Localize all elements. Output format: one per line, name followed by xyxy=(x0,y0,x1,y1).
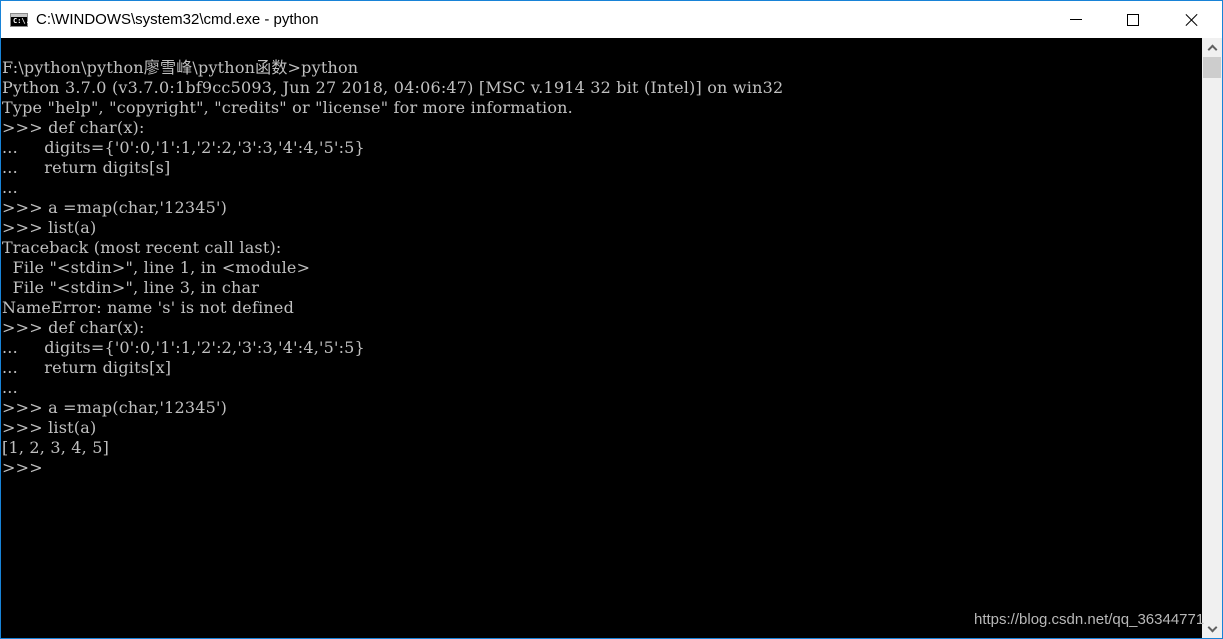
scroll-up-button[interactable] xyxy=(1202,38,1222,56)
close-button[interactable] xyxy=(1162,1,1222,38)
console-line: >>> list(a) xyxy=(2,418,97,437)
console-line: ... return digits[x] xyxy=(2,358,172,377)
console-line: F:\python\python廖雪峰\python函数>python xyxy=(2,58,359,77)
console-line: >>> a =map(char,'12345') xyxy=(2,198,228,217)
console-line: ... return digits[s] xyxy=(2,158,171,177)
vertical-scrollbar[interactable] xyxy=(1202,38,1222,638)
console-line: File "<stdin>", line 3, in char xyxy=(2,278,260,297)
cmd-window: C:\. C:\WINDOWS\system32\cmd.exe - pytho… xyxy=(0,0,1223,639)
chevron-up-icon xyxy=(1207,44,1217,54)
console-line: ... digits={'0':0,'1':1,'2':2,'3':3,'4':… xyxy=(2,138,365,157)
console-text: F:\python\python廖雪峰\python函数>python Pytho… xyxy=(1,38,1202,478)
console-line: Traceback (most recent call last): xyxy=(2,238,282,257)
console-line: ... digits={'0':0,'1':1,'2':2,'3':3,'4':… xyxy=(2,338,365,357)
close-icon xyxy=(1185,13,1199,27)
console-line: >>> list(a) xyxy=(2,218,97,237)
cmd-icon[interactable]: C:\. xyxy=(10,12,30,27)
minimize-button[interactable] xyxy=(1048,1,1104,38)
console-line: >>> def char(x): xyxy=(2,318,145,337)
scroll-thumb[interactable] xyxy=(1203,57,1221,78)
console-line: >>> def char(x): xyxy=(2,118,145,137)
title-bar[interactable]: C:\. C:\WINDOWS\system32\cmd.exe - pytho… xyxy=(1,1,1222,38)
console-line: Python 3.7.0 (v3.7.0:1bf9cc5093, Jun 27 … xyxy=(2,78,784,97)
maximize-icon xyxy=(1127,13,1139,26)
console-line: ... xyxy=(2,378,18,397)
caption-buttons xyxy=(1048,1,1222,38)
console-output[interactable]: F:\python\python廖雪峰\python函数>python Pytho… xyxy=(1,38,1202,638)
console-line: File "<stdin>", line 1, in <module> xyxy=(2,258,311,277)
console-line: [1, 2, 3, 4, 5] xyxy=(2,438,110,457)
watermark: https://blog.csdn.net/qq_36344771 xyxy=(974,611,1205,628)
console-line: Type "help", "copyright", "credits" or "… xyxy=(2,98,573,117)
minimize-icon xyxy=(1070,19,1082,20)
window-title: C:\WINDOWS\system32\cmd.exe - python xyxy=(36,11,319,28)
console-line: ... xyxy=(2,178,18,197)
maximize-button[interactable] xyxy=(1104,1,1162,38)
console-line: >>> a =map(char,'12345') xyxy=(2,398,228,417)
console-line: >>> xyxy=(2,458,43,477)
cmd-icon-text: C:\. xyxy=(13,16,30,25)
console-line: NameError: name 's' is not defined xyxy=(2,298,295,317)
